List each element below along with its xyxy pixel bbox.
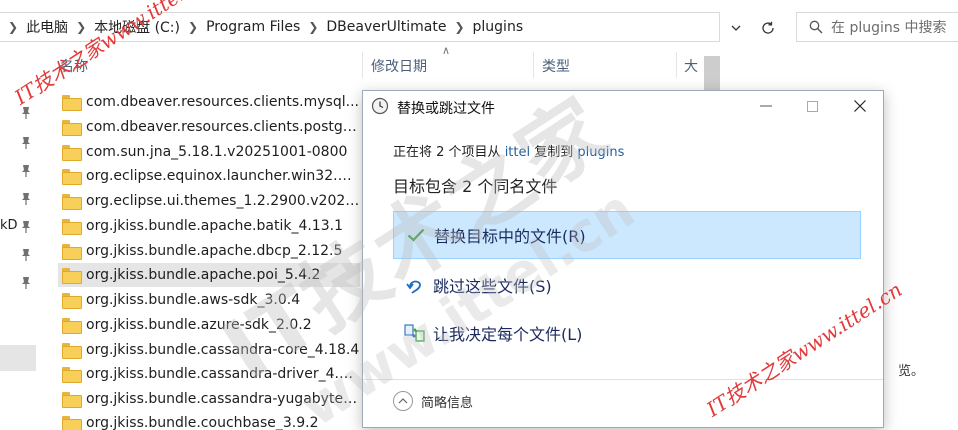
refresh-button[interactable] xyxy=(756,16,780,40)
file-row[interactable]: org.jkiss.bundle.cassandra-driver_4.1... xyxy=(58,362,360,386)
folder-icon xyxy=(62,293,82,309)
chevron-up-icon xyxy=(393,391,413,411)
folder-icon xyxy=(62,194,82,210)
file-row-selected[interactable]: org.jkiss.bundle.apache.poi_5.4.2 xyxy=(58,263,360,287)
file-row[interactable]: com.dbeaver.resources.clients.mysql... xyxy=(58,90,360,114)
file-row[interactable]: org.jkiss.bundle.couchbase_3.9.2 xyxy=(58,411,360,430)
folder-icon xyxy=(62,95,82,111)
file-row[interactable]: org.jkiss.bundle.aws-sdk_3.0.4 xyxy=(58,288,360,312)
column-divider[interactable] xyxy=(362,52,363,78)
copy-status-text: 正在将 2 个项目从 ittel 复制到 plugins xyxy=(393,141,624,160)
skip-arrow-icon xyxy=(403,273,427,297)
maximize-button[interactable] xyxy=(789,91,835,121)
fewer-details-toggle[interactable]: 简略信息 xyxy=(393,391,473,411)
copy-mid: 复制到 xyxy=(534,145,574,160)
chevron-down-icon xyxy=(731,25,741,31)
file-row[interactable]: com.sun.jna_5.18.1.v20251001-0800 xyxy=(58,140,360,164)
scrollbar-thumb[interactable] xyxy=(704,56,720,90)
column-header-size[interactable]: 大 xyxy=(684,56,698,76)
minimize-button[interactable] xyxy=(743,91,789,121)
replace-files-label: 替换目标中的文件(R) xyxy=(434,227,586,246)
file-row[interactable]: org.jkiss.bundle.apache.batik_4.13.1 xyxy=(58,214,360,238)
pin-icon[interactable] xyxy=(20,276,32,290)
chevron-right-icon[interactable]: ❯ xyxy=(188,20,198,34)
preview-pane-text: 览。 xyxy=(898,364,925,379)
column-divider[interactable] xyxy=(676,52,677,78)
maximize-icon xyxy=(806,100,818,112)
address-dropdown-button[interactable] xyxy=(726,18,746,38)
file-row[interactable]: org.jkiss.bundle.apache.dbcp_2.12.5 xyxy=(58,239,360,263)
folder-icon xyxy=(62,416,82,430)
search-placeholder: 在 plugins 中搜索 xyxy=(831,20,947,36)
breadcrumb-dbeaver[interactable]: DBeaverUltimate xyxy=(326,19,446,35)
file-row[interactable]: org.eclipse.equinox.launcher.win32.wi... xyxy=(58,164,360,188)
folder-icon xyxy=(62,120,82,136)
clock-icon xyxy=(371,97,389,115)
replace-skip-dialog: 替换或跳过文件 正在将 2 个项目从 ittel 复制到 plugins 目标包… xyxy=(362,90,884,428)
folder-icon xyxy=(62,244,82,260)
file-row[interactable]: com.dbeaver.resources.clients.postgr... xyxy=(58,115,360,139)
pin-icon[interactable] xyxy=(20,220,32,234)
file-row[interactable]: org.eclipse.ui.themes_1.2.2900.v2025... xyxy=(58,189,360,213)
breadcrumb-this-pc[interactable]: 此电脑 xyxy=(26,17,68,37)
folder-icon xyxy=(62,169,82,185)
fewer-details-label: 简略信息 xyxy=(421,395,474,411)
search-icon xyxy=(809,20,823,34)
pin-icon[interactable] xyxy=(20,192,32,206)
skip-files-label: 跳过这些文件(S) xyxy=(433,277,552,296)
chevron-right-icon[interactable]: ❯ xyxy=(76,20,86,34)
column-header-modified[interactable]: 修改日期 xyxy=(371,56,427,76)
column-divider[interactable] xyxy=(533,52,534,78)
folder-icon xyxy=(62,392,82,408)
compare-files-icon xyxy=(403,321,427,345)
dialog-divider xyxy=(363,379,883,380)
nav-item-partial[interactable]: kD xyxy=(0,218,18,233)
refresh-icon xyxy=(762,21,774,34)
replace-files-option[interactable]: 替换目标中的文件(R) xyxy=(393,211,861,259)
search-input[interactable]: 在 plugins 中搜索 xyxy=(796,12,958,42)
pin-icon[interactable] xyxy=(20,164,32,178)
chevron-right-icon[interactable]: ❯ xyxy=(8,20,18,34)
decide-each-file-label: 让我决定每个文件(L) xyxy=(433,325,583,344)
dialog-heading: 目标包含 2 个同名文件 xyxy=(393,177,558,196)
pin-icon[interactable] xyxy=(20,136,32,150)
copy-prefix: 正在将 2 个项目从 xyxy=(393,145,501,160)
address-bar-row: ❯ 此电脑 ❯ 本地磁盘 (C:) ❯ Program Files ❯ DBea… xyxy=(0,10,958,44)
file-row[interactable]: org.jkiss.bundle.cassandra-core_4.18.4 xyxy=(58,338,360,362)
file-row[interactable]: org.jkiss.bundle.azure-sdk_2.0.2 xyxy=(58,313,360,337)
chevron-right-icon[interactable]: ❯ xyxy=(454,20,464,34)
nav-item-selected[interactable] xyxy=(0,345,36,371)
source-folder-link[interactable]: ittel xyxy=(505,145,530,160)
destination-folder-link[interactable]: plugins xyxy=(577,145,624,160)
column-header-type[interactable]: 类型 xyxy=(542,56,570,76)
address-bar[interactable]: ❯ 此电脑 ❯ 本地磁盘 (C:) ❯ Program Files ❯ DBea… xyxy=(0,12,720,42)
close-button[interactable] xyxy=(837,91,883,121)
folder-icon xyxy=(62,367,82,383)
decide-each-file-option[interactable]: 让我决定每个文件(L) xyxy=(393,309,861,357)
sort-ascending-icon: ∧ xyxy=(442,44,451,57)
dialog-title-bar[interactable]: 替换或跳过文件 xyxy=(363,91,883,121)
folder-icon xyxy=(62,219,82,235)
breadcrumb-plugins[interactable]: plugins xyxy=(473,19,524,35)
dialog-title: 替换或跳过文件 xyxy=(397,101,495,117)
file-row[interactable]: org.jkiss.bundle.cassandra-yugabyte_... xyxy=(58,387,360,411)
close-icon xyxy=(854,100,866,112)
folder-icon xyxy=(62,268,82,284)
skip-files-option[interactable]: 跳过这些文件(S) xyxy=(393,261,861,309)
folder-icon xyxy=(62,343,82,359)
chevron-right-icon[interactable]: ❯ xyxy=(308,20,318,34)
pin-icon[interactable] xyxy=(20,106,32,120)
breadcrumb-local-disk[interactable]: 本地磁盘 (C:) xyxy=(94,17,180,37)
folder-icon xyxy=(62,145,82,161)
pin-icon[interactable] xyxy=(20,248,32,262)
checkmark-icon xyxy=(404,223,428,247)
minimize-icon xyxy=(760,105,772,107)
breadcrumb-program-files[interactable]: Program Files xyxy=(206,19,300,35)
folder-icon xyxy=(62,318,82,334)
column-header-name[interactable]: 名称 xyxy=(60,56,88,76)
